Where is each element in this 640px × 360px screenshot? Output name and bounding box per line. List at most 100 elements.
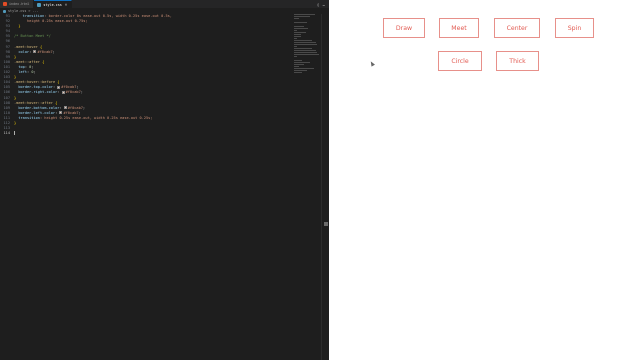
code-token: } (14, 95, 17, 100)
browser-preview: Draw Meet Center Spin Circle Thick (330, 0, 640, 360)
code-area[interactable]: 91 transition: border-color 0s ease-out … (0, 14, 292, 136)
minimap-line (294, 36, 301, 37)
code-token: height 0.25s ease-out 0.75s; (14, 19, 88, 24)
code-token: ; (33, 70, 36, 75)
line-text: left: 0; (14, 70, 36, 75)
code-token: : height 0.25s ease-out, width 0.25s eas… (39, 115, 153, 120)
thick-button[interactable]: Thick (496, 51, 539, 71)
minimap-line (294, 18, 300, 19)
minimap-line (294, 72, 302, 73)
code-token: border-right-color (14, 90, 58, 95)
split-editor-icon[interactable]: ▯ (317, 2, 319, 7)
line-text: } (14, 24, 21, 29)
minimap-line (294, 46, 297, 47)
color-swatch-icon (57, 85, 61, 89)
minimap[interactable] (294, 14, 320, 74)
color-swatch-icon (59, 111, 63, 115)
code-token: #f0cab7 (67, 105, 83, 110)
meet-button[interactable]: Meet (439, 18, 479, 38)
minimap-line (294, 56, 297, 57)
code-token: { (52, 100, 58, 105)
draw-button[interactable]: Draw (383, 18, 425, 38)
center-button[interactable]: Center (494, 18, 540, 38)
code-token: transition (14, 115, 40, 120)
tab-label: style.css (43, 2, 62, 7)
line-text: transition: height 0.25s ease-out, width… (14, 116, 152, 121)
line-number: 114 (3, 131, 11, 136)
code-token: #f0cab7 (37, 49, 53, 54)
minimap-line (294, 68, 314, 69)
more-actions-icon[interactable]: … (323, 2, 325, 7)
css-file-icon (37, 2, 42, 7)
line-text: border-right-color: #f0cab7; (14, 90, 83, 95)
minimap-line (294, 66, 300, 67)
code-line[interactable]: 114 (0, 131, 292, 136)
minimap-line (294, 22, 307, 23)
line-text: color: #f0cab7; (14, 50, 55, 55)
minimap-line (294, 48, 313, 49)
close-icon[interactable]: × (65, 2, 67, 7)
code-token: ; (82, 105, 86, 110)
tab-index-html[interactable]: index.html (0, 0, 35, 8)
breadcrumb-label: style.css > ... (8, 9, 39, 13)
code-token: border-bottom-color (14, 105, 60, 110)
code-token: ; (31, 64, 34, 69)
minimap-line (294, 70, 307, 71)
code-token: } (14, 120, 17, 125)
code-token: { (37, 44, 43, 49)
minimap-line (294, 38, 297, 39)
minimap-line (294, 14, 315, 15)
minimap-line (294, 42, 317, 43)
vertical-scrollbar[interactable] (321, 14, 329, 360)
code-token: { (55, 80, 60, 85)
minimap-line (294, 28, 309, 29)
scrollbar-thumb[interactable] (324, 222, 328, 226)
minimap-line (294, 44, 318, 45)
spin-button[interactable]: Spin (555, 18, 594, 38)
minimap-line (294, 52, 317, 53)
code-token: } (14, 24, 21, 29)
code-token: transition (22, 14, 45, 18)
minimap-line (294, 60, 302, 61)
editor-actions: ▯ … (317, 0, 329, 8)
code-token: ; (52, 49, 55, 54)
code-token: /* Button Meet */ (14, 34, 51, 39)
tab-style-css[interactable]: style.css × (34, 0, 73, 8)
code-token: .meet:hover (14, 44, 38, 49)
line-text: height 0.25s ease-out 0.75s; (14, 19, 88, 24)
minimap-line (294, 32, 306, 33)
minimap-line (294, 34, 301, 35)
code-token: } (14, 75, 17, 80)
code-token: border-left-color (14, 110, 56, 115)
css-file-icon (3, 9, 6, 13)
code-token: left (14, 70, 27, 75)
html-file-icon (3, 2, 7, 6)
code-token: .meet:hover::before (14, 80, 56, 85)
code-token: #f0cab7 (61, 85, 77, 90)
editor-tab-bar: index.html style.css × ▯ … (0, 0, 329, 8)
code-token: ; (80, 90, 83, 95)
code-token: .meet:hover::after (14, 100, 53, 105)
minimap-line (294, 62, 310, 63)
code-token: ; (76, 85, 79, 90)
line-text: } (14, 121, 16, 126)
code-token: #f0cab7 (63, 110, 79, 115)
minimap-line (294, 16, 310, 17)
minimap-line (294, 54, 319, 55)
color-swatch-icon (63, 106, 67, 110)
tab-label: index.html (9, 2, 30, 6)
minimap-line (294, 26, 305, 27)
circle-button[interactable]: Circle (438, 51, 482, 71)
text-cursor-icon (14, 131, 15, 136)
code-token: .meet::after (14, 59, 40, 64)
code-token: color (14, 49, 30, 54)
code-token: } (14, 54, 17, 59)
minimap-line (294, 50, 317, 51)
code-editor: index.html style.css × ▯ … style.css > .… (0, 0, 329, 360)
color-swatch-icon (61, 90, 65, 94)
code-token: : border-color 0s ease-out 0.5s, width 0… (44, 14, 172, 18)
line-text (14, 131, 15, 136)
line-text: /* Button Meet */ (14, 34, 51, 39)
minimap-line (294, 40, 313, 41)
code-token: ; (78, 110, 81, 115)
